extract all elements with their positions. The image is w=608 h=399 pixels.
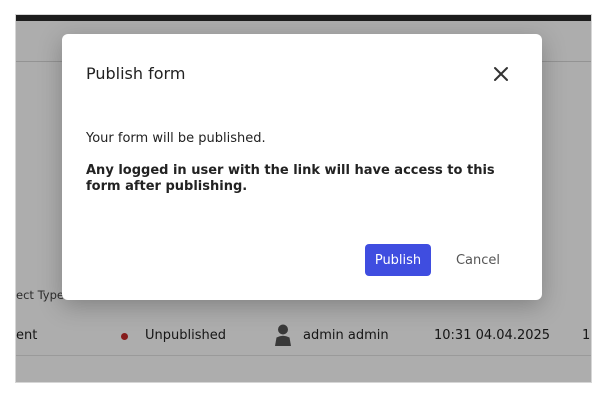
close-button[interactable] (490, 63, 512, 85)
publish-button[interactable]: Publish (365, 244, 431, 276)
dialog-title: Publish form (86, 64, 186, 83)
publish-form-dialog: Publish form Your form will be published… (62, 34, 542, 300)
dialog-warning: Any logged in user with the link will ha… (86, 163, 495, 194)
cancel-button[interactable]: Cancel (446, 244, 510, 276)
close-icon (494, 67, 508, 81)
dialog-message: Your form will be published. (86, 131, 266, 146)
